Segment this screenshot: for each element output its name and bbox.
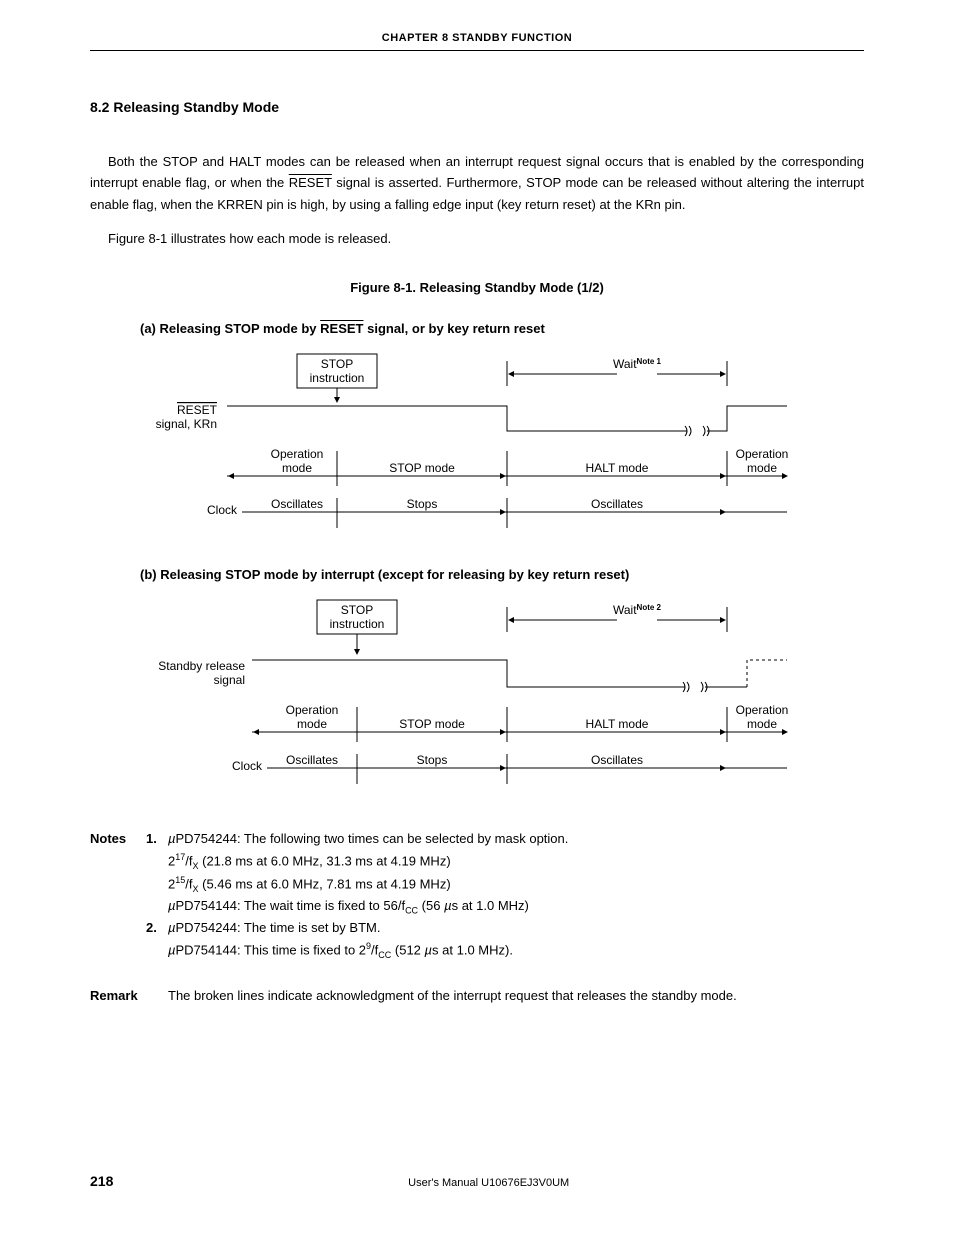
note-1-line4: µPD754144: The wait time is fixed to 56/… <box>168 896 864 918</box>
opmode-a-l1: Operation <box>271 447 324 461</box>
osc-a1: Oscillates <box>271 497 323 511</box>
page-number: 218 <box>90 1173 113 1189</box>
subfig-a-reset: RESET <box>320 321 363 336</box>
stop-box-l2: instruction <box>310 371 365 385</box>
reset-l1: RESET <box>177 403 218 417</box>
n2a: PD754244: The time is set by BTM. <box>176 920 381 935</box>
diagram-a: STOP instruction WaitNote 1 RESET signal… <box>127 346 827 549</box>
mu-3: µ <box>444 898 452 913</box>
clock-a: Clock <box>207 503 238 517</box>
mu-4: µ <box>168 920 176 935</box>
note-2-line2: µPD754144: This time is fixed to 29/fCC … <box>168 939 864 962</box>
n1l3c: (5.46 ms at 6.0 MHz, 7.81 ms at 4.19 MHz… <box>199 876 451 891</box>
subfig-a-pre: (a) Releasing STOP mode by <box>140 321 320 336</box>
wait-b-sup: Note 2 <box>637 603 662 612</box>
stop-box-l1: STOP <box>321 357 353 371</box>
n2l2c: (512 <box>391 942 424 957</box>
wait-a-sup: Note 1 <box>637 357 662 366</box>
n1l4sub: CC <box>405 906 418 916</box>
n2l2sub: CC <box>378 950 391 960</box>
mu-5: µ <box>168 942 176 957</box>
opmode-b2-l1: Operation <box>736 703 789 717</box>
subfigure-b-title: (b) Releasing STOP mode by interrupt (ex… <box>140 567 864 582</box>
wait-a: Wait <box>613 357 637 371</box>
clock-b: Clock <box>232 759 263 773</box>
stopmode-a: STOP mode <box>389 461 455 475</box>
osc-b1: Oscillates <box>286 753 338 767</box>
diagram-b: STOP instruction WaitNote 2 Standby rele… <box>127 592 827 805</box>
section-title: 8.2 Releasing Standby Mode <box>90 99 864 115</box>
page: CHAPTER 8 STANDBY FUNCTION 8.2 Releasing… <box>0 0 954 1235</box>
page-footer: 218 User's Manual U10676EJ3V0UM <box>90 1173 864 1189</box>
stops-b: Stops <box>417 753 448 767</box>
note-2-text: µPD754244: The time is set by BTM. <box>168 918 864 939</box>
stopmode-b: STOP mode <box>399 717 465 731</box>
opmode-b2-l2: mode <box>747 717 777 731</box>
n1l4c: s at 1.0 MHz) <box>452 898 529 913</box>
notes-label: Notes <box>90 829 146 850</box>
standby-l1: Standby release <box>158 659 245 673</box>
chapter-header: CHAPTER 8 STANDBY FUNCTION <box>90 32 864 51</box>
remark-block: Remark The broken lines indicate acknowl… <box>90 988 864 1003</box>
footer-center: User's Manual U10676EJ3V0UM <box>113 1177 864 1189</box>
n1l3exp: 15 <box>175 875 185 885</box>
intro-paragraph-2: Figure 8-1 illustrates how each mode is … <box>90 228 864 249</box>
wait-b: Wait <box>613 603 637 617</box>
subfig-a-post: signal, or by key return reset <box>363 321 544 336</box>
svg-text:WaitNote 1: WaitNote 1 <box>613 357 662 371</box>
opmode-b-l2: mode <box>297 717 327 731</box>
opmode-a-l2: mode <box>282 461 312 475</box>
stop-box-b-l2: instruction <box>330 617 385 631</box>
reset-l2: signal, KRn <box>156 417 217 431</box>
note-1-line2: 217/fX (21.8 ms at 6.0 MHz, 31.3 ms at 4… <box>168 850 864 873</box>
notes-block: Notes 1. µPD754244: The following two ti… <box>90 829 864 963</box>
mu-2: µ <box>168 898 176 913</box>
osc-b2: Oscillates <box>591 753 643 767</box>
mu-6: µ <box>425 942 433 957</box>
n1l2exp: 17 <box>175 852 185 862</box>
svg-text:WaitNote 2: WaitNote 2 <box>613 603 662 617</box>
opmode-a2-l1: Operation <box>736 447 789 461</box>
haltmode-b: HALT mode <box>586 717 649 731</box>
n1l2c: (21.8 ms at 6.0 MHz, 31.3 ms at 4.19 MHz… <box>199 853 451 868</box>
n1l4b: (56 <box>418 898 444 913</box>
haltmode-a: HALT mode <box>586 461 649 475</box>
note-2-num: 2. <box>146 918 168 939</box>
opmode-a2-l2: mode <box>747 461 777 475</box>
note-1-num: 1. <box>146 829 168 850</box>
remark-text: The broken lines indicate acknowledgment… <box>168 988 737 1003</box>
reset-signal-text: RESET <box>289 175 332 190</box>
osc-a2: Oscillates <box>591 497 643 511</box>
n2l2a: PD754144: This time is fixed to 2 <box>176 942 367 957</box>
intro-paragraph: Both the STOP and HALT modes can be rele… <box>90 151 864 215</box>
opmode-b-l1: Operation <box>286 703 339 717</box>
n1l4a: PD754144: The wait time is fixed to 56/f <box>176 898 406 913</box>
figure-title: Figure 8-1. Releasing Standby Mode (1/2) <box>90 280 864 295</box>
stop-box-b-l1: STOP <box>341 603 373 617</box>
remark-label: Remark <box>90 988 168 1003</box>
note-1-text: µPD754244: The following two times can b… <box>168 829 864 850</box>
stops-a: Stops <box>407 497 438 511</box>
subfigure-a-title: (a) Releasing STOP mode by RESET signal,… <box>140 321 864 336</box>
note-1-line3: 215/fX (5.46 ms at 6.0 MHz, 7.81 ms at 4… <box>168 873 864 896</box>
mu-1: µ <box>168 831 176 846</box>
n1-a: PD754244: The following two times can be… <box>176 831 569 846</box>
standby-l2: signal <box>214 673 245 687</box>
n2l2d: s at 1.0 MHz). <box>432 942 513 957</box>
